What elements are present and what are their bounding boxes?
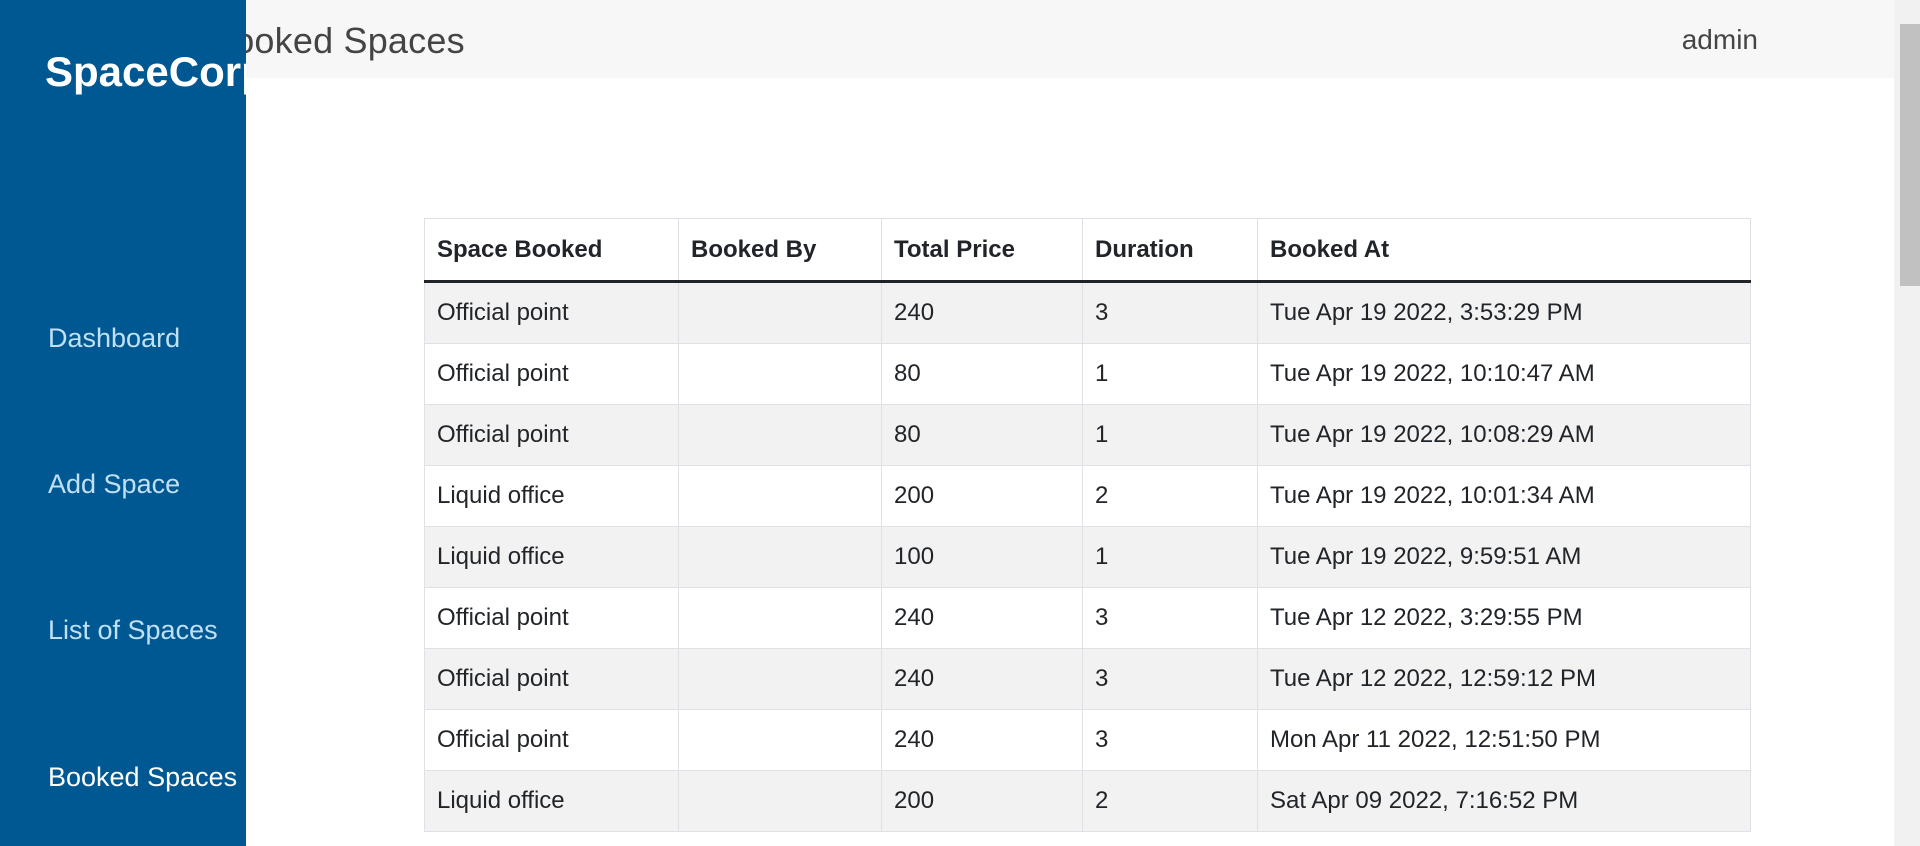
cell-space: Official point [424, 404, 679, 466]
cell-duration: 3 [1082, 709, 1258, 771]
table-header-row: Space Booked Booked By Total Price Durat… [424, 218, 1751, 283]
cell-booked-at: Tue Apr 12 2022, 3:29:55 PM [1257, 587, 1751, 649]
table-row: Official point 80 1 Tue Apr 19 2022, 10:… [424, 404, 1751, 466]
sidebar: SpaceCorp Dashboard Add Space List of Sp… [0, 0, 246, 846]
sidebar-item-list-of-spaces[interactable]: List of Spaces [48, 615, 218, 646]
cell-price: 100 [881, 526, 1083, 588]
cell-space: Official point [424, 343, 679, 405]
cell-booked-by [678, 709, 882, 771]
table-row: Official point 240 3 Mon Apr 11 2022, 12… [424, 709, 1751, 771]
cell-space: Official point [424, 281, 679, 344]
cell-duration: 1 [1082, 526, 1258, 588]
cell-price: 240 [881, 648, 1083, 710]
table-row: Official point 240 3 Tue Apr 12 2022, 12… [424, 648, 1751, 710]
column-header-booked-at: Booked At [1257, 218, 1751, 283]
bookings-table: Space Booked Booked By Total Price Durat… [424, 218, 1751, 832]
cell-space: Liquid office [424, 770, 679, 832]
cell-price: 240 [881, 587, 1083, 649]
scrollbar-thumb[interactable] [1900, 24, 1920, 286]
table-row: Liquid office 100 1 Tue Apr 19 2022, 9:5… [424, 526, 1751, 588]
table-row: Official point 240 3 Tue Apr 12 2022, 3:… [424, 587, 1751, 649]
cell-booked-by [678, 587, 882, 649]
table-row: Liquid office 200 2 Tue Apr 19 2022, 10:… [424, 465, 1751, 527]
cell-booked-by [678, 648, 882, 710]
sidebar-item-booked-spaces[interactable]: Booked Spaces [48, 762, 237, 793]
cell-booked-by [678, 770, 882, 832]
cell-booked-at: Tue Apr 19 2022, 10:01:34 AM [1257, 465, 1751, 527]
cell-duration: 1 [1082, 343, 1258, 405]
cell-price: 240 [881, 709, 1083, 771]
column-header-duration: Duration [1082, 218, 1258, 283]
cell-booked-at: Sat Apr 09 2022, 7:16:52 PM [1257, 770, 1751, 832]
cell-space: Liquid office [424, 526, 679, 588]
top-header: Booked Spaces admin [0, 0, 1894, 78]
cell-booked-by [678, 526, 882, 588]
table-row: Liquid office 200 2 Sat Apr 09 2022, 7:1… [424, 770, 1751, 832]
cell-duration: 3 [1082, 648, 1258, 710]
table-row: Official point 240 3 Tue Apr 19 2022, 3:… [424, 281, 1751, 344]
cell-booked-at: Tue Apr 12 2022, 12:59:12 PM [1257, 648, 1751, 710]
cell-booked-by [678, 281, 882, 344]
cell-booked-at: Tue Apr 19 2022, 10:08:29 AM [1257, 404, 1751, 466]
column-header-space-booked: Space Booked [424, 218, 679, 283]
cell-booked-at: Mon Apr 11 2022, 12:51:50 PM [1257, 709, 1751, 771]
cell-booked-by [678, 404, 882, 466]
cell-duration: 3 [1082, 587, 1258, 649]
cell-duration: 2 [1082, 770, 1258, 832]
cell-price: 240 [881, 281, 1083, 344]
brand-logo[interactable]: SpaceCorp [45, 48, 246, 96]
page-scrollbar[interactable] [1894, 0, 1920, 846]
cell-price: 80 [881, 404, 1083, 466]
cell-booked-at: Tue Apr 19 2022, 10:10:47 AM [1257, 343, 1751, 405]
cell-duration: 3 [1082, 281, 1258, 344]
cell-price: 200 [881, 465, 1083, 527]
sidebar-item-dashboard[interactable]: Dashboard [48, 323, 180, 354]
column-header-booked-by: Booked By [678, 218, 882, 283]
sidebar-item-add-space[interactable]: Add Space [48, 469, 180, 500]
cell-duration: 1 [1082, 404, 1258, 466]
cell-booked-at: Tue Apr 19 2022, 3:53:29 PM [1257, 281, 1751, 344]
cell-booked-by [678, 343, 882, 405]
cell-space: Official point [424, 709, 679, 771]
column-header-total-price: Total Price [881, 218, 1083, 283]
cell-booked-at: Tue Apr 19 2022, 9:59:51 AM [1257, 526, 1751, 588]
cell-space: Liquid office [424, 465, 679, 527]
cell-space: Official point [424, 587, 679, 649]
cell-booked-by [678, 465, 882, 527]
table-row: Official point 80 1 Tue Apr 19 2022, 10:… [424, 343, 1751, 405]
cell-price: 80 [881, 343, 1083, 405]
cell-price: 200 [881, 770, 1083, 832]
user-menu[interactable]: admin [1682, 24, 1758, 56]
page-title: Booked Spaces [210, 20, 465, 61]
cell-space: Official point [424, 648, 679, 710]
cell-duration: 2 [1082, 465, 1258, 527]
